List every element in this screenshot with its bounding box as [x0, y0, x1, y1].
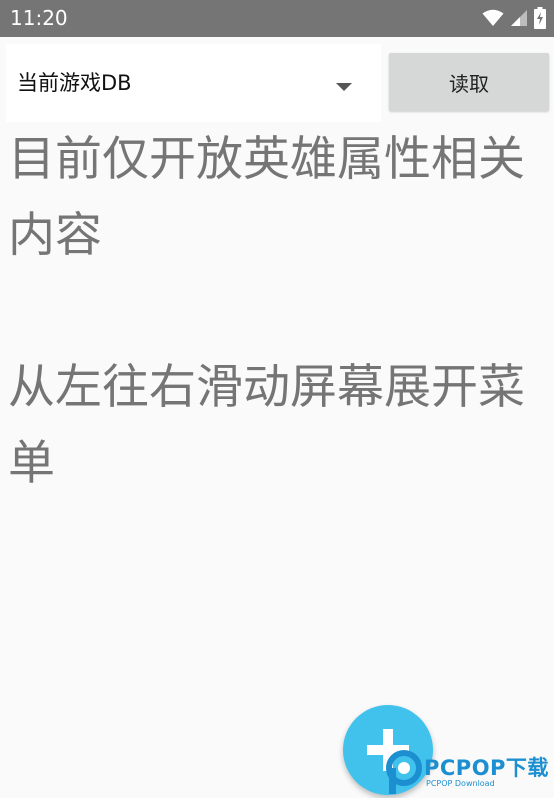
- read-button[interactable]: 读取: [389, 53, 549, 111]
- watermark-subtext: PCPOP Download: [426, 779, 495, 788]
- watermark: PCPOP下载 PCPOP Download: [384, 744, 554, 797]
- status-time: 11:20: [10, 6, 68, 30]
- cellular-signal-icon: [510, 9, 528, 27]
- game-db-spinner[interactable]: 当前游戏DB: [6, 44, 381, 122]
- battery-charging-icon: [534, 7, 546, 29]
- watermark-logo-icon: [386, 750, 422, 798]
- dropdown-arrow-icon: [336, 77, 352, 96]
- status-icons: [482, 6, 546, 30]
- info-text-hero-attributes: 目前仅开放英雄属性相关内容: [8, 132, 525, 263]
- info-text-swipe-hint: 从左往右滑动屏幕展开菜单: [8, 360, 525, 491]
- status-bar: 11:20: [0, 0, 554, 37]
- wifi-icon: [482, 9, 504, 27]
- toolbar: 当前游戏DB 读取: [6, 44, 550, 122]
- spinner-selected-value: 当前游戏DB: [17, 71, 132, 95]
- watermark-text: PCPOP下载: [424, 756, 549, 780]
